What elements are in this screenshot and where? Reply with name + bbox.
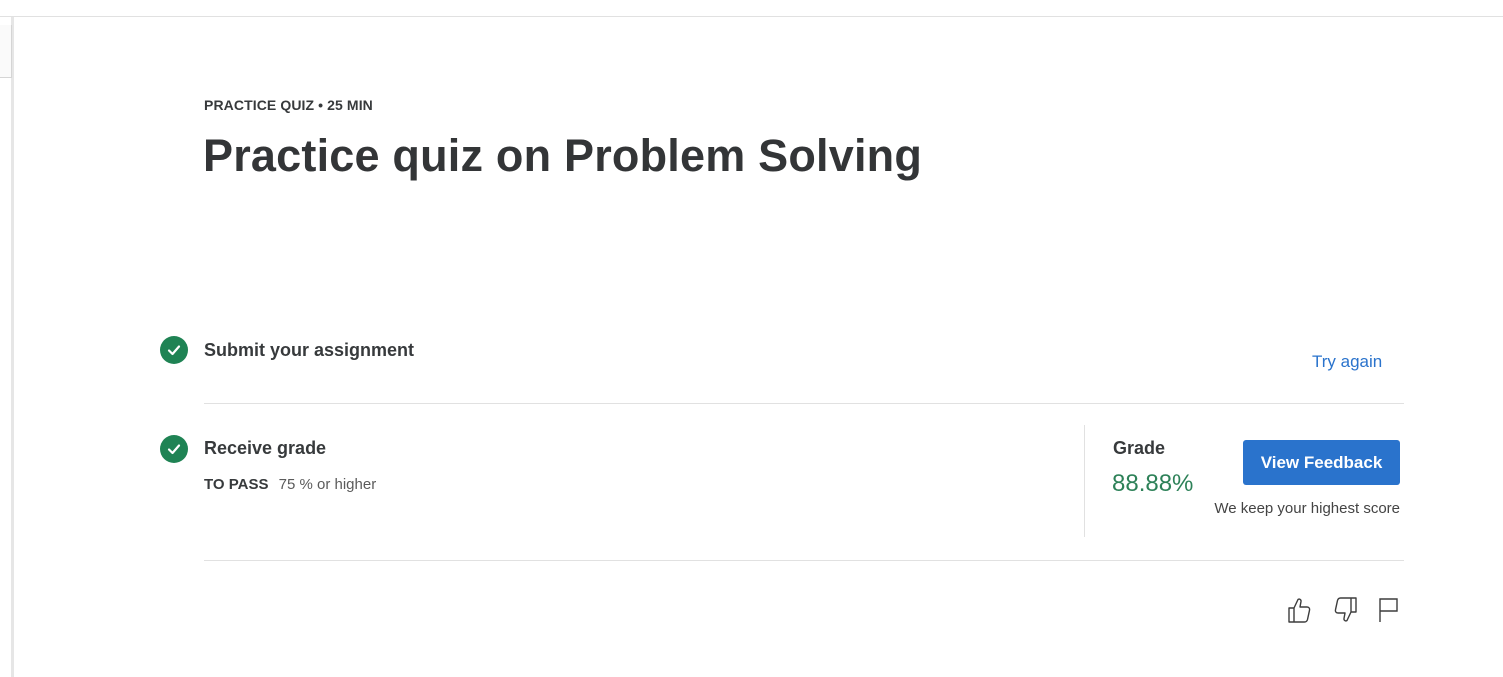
item-type-label: PRACTICE QUIZ • 25 MIN [204, 97, 373, 113]
pass-requirement: TO PASS 75 % or higher [204, 476, 376, 493]
check-circle-icon [160, 336, 188, 364]
vertical-divider [1084, 425, 1085, 537]
flag-icon[interactable] [1373, 594, 1403, 626]
divider [204, 560, 1404, 561]
page-title: Practice quiz on Problem Solving [203, 130, 923, 181]
receive-grade-title: Receive grade [204, 438, 327, 458]
highest-score-note: We keep your highest score [1214, 500, 1400, 517]
divider [204, 403, 1404, 404]
grade-label: Grade [1113, 438, 1166, 458]
main-content: PRACTICE QUIZ • 25 MIN Practice quiz on … [0, 0, 1503, 677]
try-again-link[interactable]: Try again [1312, 352, 1382, 372]
thumbs-down-icon[interactable] [1331, 594, 1361, 626]
to-pass-label: TO PASS [204, 476, 269, 493]
thumbs-up-icon[interactable] [1284, 594, 1314, 626]
grade-value: 88.88% [1112, 470, 1194, 497]
submit-step-title: Submit your assignment [204, 340, 415, 360]
view-feedback-button[interactable]: View Feedback [1243, 440, 1400, 485]
to-pass-value: 75 % or higher [278, 476, 377, 493]
check-circle-icon [160, 435, 188, 463]
